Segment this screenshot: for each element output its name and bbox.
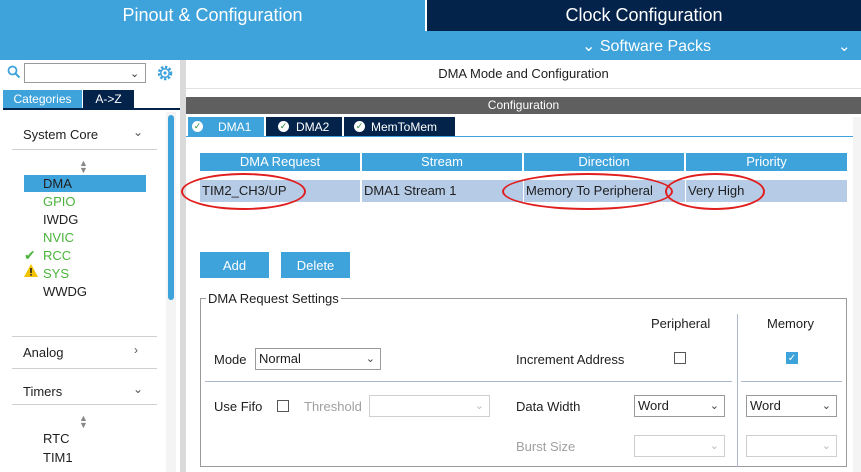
sidebar-item-nvic[interactable]: NVIC [43,230,74,245]
tab-a-to-z[interactable]: A->Z [83,90,134,108]
configuration-header: Configuration [186,97,861,114]
tab-dma2[interactable]: ✓ DMA2 [266,117,342,136]
chevron-down-icon: ⌄ [821,400,831,412]
panel-divider[interactable] [180,60,186,472]
software-packs-bar [0,31,861,60]
tab-pinout-configuration[interactable]: Pinout & Configuration [0,0,425,31]
divider [12,404,157,405]
increment-address-label: Increment Address [516,352,625,367]
memory-column-label: Memory [767,316,814,331]
memory-data-width-select[interactable]: Word ⌄ [746,395,837,417]
chevron-down-icon[interactable]: ⌄ [838,37,851,55]
sidebar-item-iwdg[interactable]: IWDG [43,212,78,227]
data-width-label: Data Width [516,399,581,414]
tab-clock-configuration[interactable]: Clock Configuration [427,0,861,31]
threshold-select[interactable]: ⌄ [369,395,490,417]
divider [12,149,157,150]
tab-dma1[interactable]: ✓ DMA1 [188,117,264,136]
chevron-down-icon: ⌄ [582,38,596,55]
annotation-circle [665,173,765,210]
chevron-down-icon: ⌄ [365,353,375,365]
sidebar-item-gpio[interactable]: GPIO [43,194,76,209]
annotation-circle [181,173,306,210]
use-fifo-label: Use Fifo [214,399,263,414]
column-header-stream[interactable]: Stream [362,153,522,171]
peripheral-increment-checkbox[interactable] [674,352,686,364]
use-fifo-checkbox[interactable] [277,400,289,412]
search-input[interactable] [24,63,146,83]
threshold-label: Threshold [304,399,362,414]
chevron-down-icon: ⌄ [821,440,831,452]
sort-icon[interactable]: ▲ ▼ [79,159,88,175]
mode-select[interactable]: Normal ⌄ [255,348,381,370]
warning-icon [24,264,38,280]
chevron-down-icon[interactable]: ⌄ [130,67,139,80]
memory-data-width-value: Word [750,398,781,413]
category-analog[interactable]: Analog [23,345,63,360]
table-cell-stream[interactable]: DMA1 Stream 1 [361,180,523,202]
search-icon[interactable] [7,65,21,82]
divider [12,336,157,337]
divider [12,368,157,369]
chevron-down-icon: ⌄ [709,440,719,452]
main-scrollbar[interactable] [853,117,861,472]
divider [205,381,732,382]
memory-increment-checkbox[interactable]: ✓ [786,352,798,364]
sidebar-item-rcc[interactable]: RCC [43,248,71,263]
peripheral-data-width-select[interactable]: Word ⌄ [634,395,725,417]
sidebar-scrollbar-thumb[interactable] [168,115,174,300]
page-title: DMA Mode and Configuration [438,66,609,81]
divider [737,314,738,467]
check-icon: ✔ [24,247,36,263]
sort-icon[interactable]: ▲ ▼ [79,414,88,430]
category-label: Analog [23,345,64,360]
settings-legend: DMA Request Settings [206,291,341,306]
chevron-right-icon[interactable]: › [134,343,138,357]
add-button[interactable]: Add [200,252,269,278]
tab-categories[interactable]: Categories [3,90,82,108]
peripheral-burst-select[interactable]: ⌄ [634,435,725,457]
mode-label: Mode [214,352,247,367]
tab-label: DMA1 [218,119,252,134]
check-icon: ✓ [192,121,203,132]
category-label: System Core [23,127,99,142]
column-header-priority[interactable]: Priority [686,153,847,171]
delete-button[interactable]: Delete [281,252,350,278]
category-system-core[interactable]: System Core [23,127,98,142]
check-icon: ✓ [787,353,797,364]
tab-label: MemToMem [371,119,438,134]
chevron-down-icon[interactable]: ⌄ [133,382,143,396]
software-packs-menu[interactable]: ⌄ Software Packs [582,36,711,56]
chevron-down-icon: ⌄ [474,400,484,412]
software-packs-label: Software Packs [599,38,712,55]
divider [186,136,861,137]
sidebar-item-sys[interactable]: SYS [43,266,69,281]
check-icon: ✓ [354,121,365,132]
sidebar-item-wwdg[interactable]: WWDG [43,284,87,299]
category-timers[interactable]: Timers [23,384,62,399]
check-icon: ✓ [278,121,289,132]
sidebar-item-dma[interactable]: DMA [43,176,72,191]
peripheral-column-label: Peripheral [651,316,711,331]
tab-memtomem[interactable]: ✓ MemToMem [344,117,455,136]
tab-underline [3,108,180,110]
annotation-circle [502,173,673,210]
category-label: Timers [23,384,63,399]
peripheral-data-width-value: Word [638,398,669,413]
column-header-direction[interactable]: Direction [524,153,684,171]
mode-value: Normal [259,351,301,366]
sidebar-item-rtc[interactable]: RTC [43,431,69,446]
chevron-down-icon: ⌄ [709,400,719,412]
chevron-down-icon[interactable]: ⌄ [133,125,143,139]
divider [186,88,861,89]
column-header-dma-request[interactable]: DMA Request [200,153,360,171]
tab-label: DMA2 [296,119,330,134]
divider [741,381,842,382]
memory-burst-select[interactable]: ⌄ [746,435,837,457]
burst-size-label: Burst Size [516,439,576,454]
sidebar-item-tim1[interactable]: TIM1 [43,450,73,465]
gear-icon[interactable] [156,64,174,85]
